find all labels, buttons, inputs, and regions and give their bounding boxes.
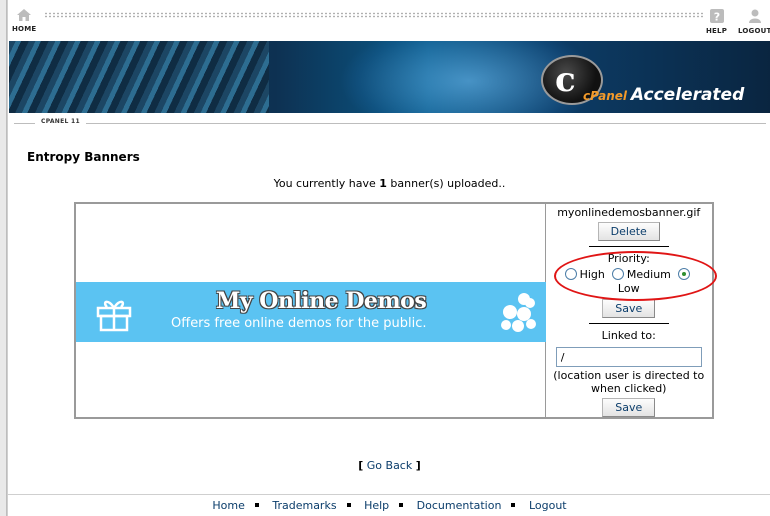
cpanel-accelerated-brand: cPanel Accelerated <box>583 85 744 105</box>
count-prefix: You currently have <box>273 177 380 190</box>
divider <box>588 246 669 247</box>
footer-trademarks-link[interactable]: Trademarks <box>272 499 336 512</box>
dotted-divider <box>44 12 704 18</box>
priority-highlight-ring <box>554 251 717 301</box>
footer-separator <box>254 503 259 507</box>
breadcrumb-divider <box>14 123 766 124</box>
banner-table: My Online Demos Offers free online demos… <box>74 202 714 419</box>
footer-separator <box>399 503 404 507</box>
go-back-link[interactable]: Go Back <box>367 459 412 472</box>
banner-image-title: My Online Demos <box>216 288 427 314</box>
count-suffix: banner(s) uploaded.. <box>386 177 506 190</box>
footer-logout-link[interactable]: Logout <box>529 499 567 512</box>
count-value: 1 <box>379 177 387 190</box>
help-label: HELP <box>706 27 728 35</box>
logout-user-icon <box>748 9 761 23</box>
network-cables-graphic <box>9 41 269 113</box>
link-save-button[interactable]: Save <box>602 398 656 417</box>
banner-filename: myonlinedemosbanner.gif <box>557 206 701 219</box>
brand-cpanel-text: cPanel <box>583 89 628 103</box>
banner-image-subtitle: Offers free online demos for the public. <box>171 316 427 331</box>
delete-button[interactable]: Delete <box>597 222 660 241</box>
top-navigation-bar: HOME ? HELP LOGOUT <box>8 0 770 40</box>
gift-icon <box>96 300 132 332</box>
footer-help-link[interactable]: Help <box>364 499 389 512</box>
banner-image: My Online Demos Offers free online demos… <box>76 282 546 342</box>
linked-to-input[interactable] <box>555 347 702 367</box>
logout-label: LOGOUT <box>738 27 770 35</box>
home-link[interactable]: HOME <box>12 8 36 33</box>
footer-separator <box>511 503 516 507</box>
footer-home-link[interactable]: Home <box>212 499 244 512</box>
footer-nav: Home Trademarks Help Documentation Logou… <box>8 494 770 516</box>
linked-to-label: Linked to: <box>601 329 656 342</box>
breadcrumb-cpanel[interactable]: CPANEL 11 <box>35 118 86 125</box>
linked-to-hint: (location user is directed to when click… <box>553 369 705 395</box>
help-link[interactable]: ? HELP <box>706 8 727 35</box>
svg-text:?: ? <box>713 11 720 24</box>
footer-separator <box>346 503 351 507</box>
left-window-edge <box>0 0 7 516</box>
help-icon: ? <box>709 9 724 24</box>
home-label: HOME <box>12 25 37 33</box>
logout-link[interactable]: LOGOUT <box>738 8 770 35</box>
go-back-nav: [ Go Back ] <box>358 459 421 472</box>
cpanel-page: HOME ? HELP LOGOUT c cPanel Accelerated <box>7 0 770 516</box>
priority-save-button[interactable]: Save <box>602 299 656 318</box>
divider <box>588 323 669 324</box>
page-title: Entropy Banners <box>27 150 140 164</box>
banner-count-text: You currently have 1 banner(s) uploaded.… <box>8 177 770 190</box>
banner-preview-cell: My Online Demos Offers free online demos… <box>74 202 546 419</box>
footer-documentation-link[interactable]: Documentation <box>417 499 502 512</box>
brand-accelerated-text: Accelerated <box>630 85 745 105</box>
banner-controls-cell: myonlinedemosbanner.gif Delete Priority:… <box>544 202 714 419</box>
home-icon <box>17 9 32 21</box>
breadcrumb: CPANEL 11 <box>9 114 770 132</box>
sheep-flock-icon <box>501 293 536 332</box>
cpanel-header-banner: c cPanel Accelerated <box>9 41 770 113</box>
